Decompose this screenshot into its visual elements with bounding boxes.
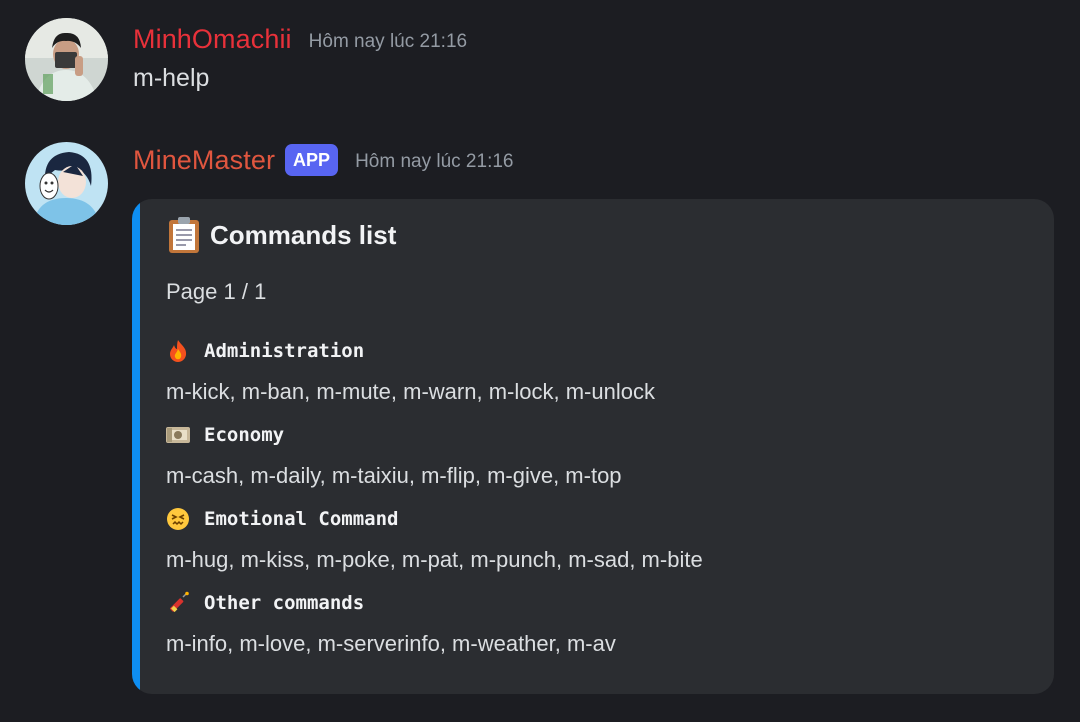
bot-avatar-image (25, 142, 108, 225)
timestamp[interactable]: Hôm nay lúc 21:16 (355, 151, 513, 173)
section-heading: Emotional Command (166, 507, 398, 531)
timestamp[interactable]: Hôm nay lúc 21:16 (309, 31, 467, 53)
avatar[interactable] (25, 142, 108, 225)
embed-accent-bar (132, 199, 140, 694)
avatar[interactable] (25, 18, 108, 101)
section-heading: Other commands (166, 591, 364, 615)
message-header: MinhOmachii Hôm nay lúc 21:16 (133, 24, 467, 55)
section-heading: Administration (166, 339, 364, 363)
clipboard-icon (166, 215, 204, 255)
section-commands: m-hug, m-kiss, m-poke, m-pat, m-punch, m… (166, 547, 703, 572)
embed-title: Commands list (166, 215, 396, 255)
username[interactable]: MineMaster (133, 145, 275, 176)
username[interactable]: MinhOmachii (133, 24, 292, 55)
section-commands: m-info, m-love, m-serverinfo, m-weather,… (166, 631, 616, 656)
confounded-face-icon (166, 507, 190, 531)
embed-title-text: Commands list (210, 219, 397, 250)
firecracker-icon (166, 591, 190, 615)
money-icon (166, 423, 190, 447)
section-heading: Economy (166, 423, 284, 447)
section-title: Emotional Command (204, 508, 399, 530)
message-item: MineMaster APP Hôm nay lúc 21:16 Command… (0, 142, 1080, 702)
page-indicator: Page 1 / 1 (166, 279, 267, 304)
user-avatar-photo (25, 18, 108, 101)
section-commands: m-kick, m-ban, m-mute, m-warn, m-lock, m… (166, 379, 655, 404)
app-badge: APP (285, 144, 339, 176)
section-title: Administration (204, 340, 365, 362)
message-item: MinhOmachii Hôm nay lúc 21:16 m-help (0, 18, 1080, 108)
message-header: MineMaster APP Hôm nay lúc 21:16 (133, 144, 513, 176)
section-commands: m-cash, m-daily, m-taixiu, m-flip, m-giv… (166, 463, 622, 488)
fire-icon (166, 339, 190, 363)
embed-card: Commands list Page 1 / 1 Administration … (132, 199, 1054, 694)
section-title: Economy (204, 424, 285, 446)
message-content: m-help (133, 64, 210, 92)
section-title: Other commands (204, 592, 365, 614)
chat-messages: MinhOmachii Hôm nay lúc 21:16 m-help Min… (0, 0, 1080, 722)
